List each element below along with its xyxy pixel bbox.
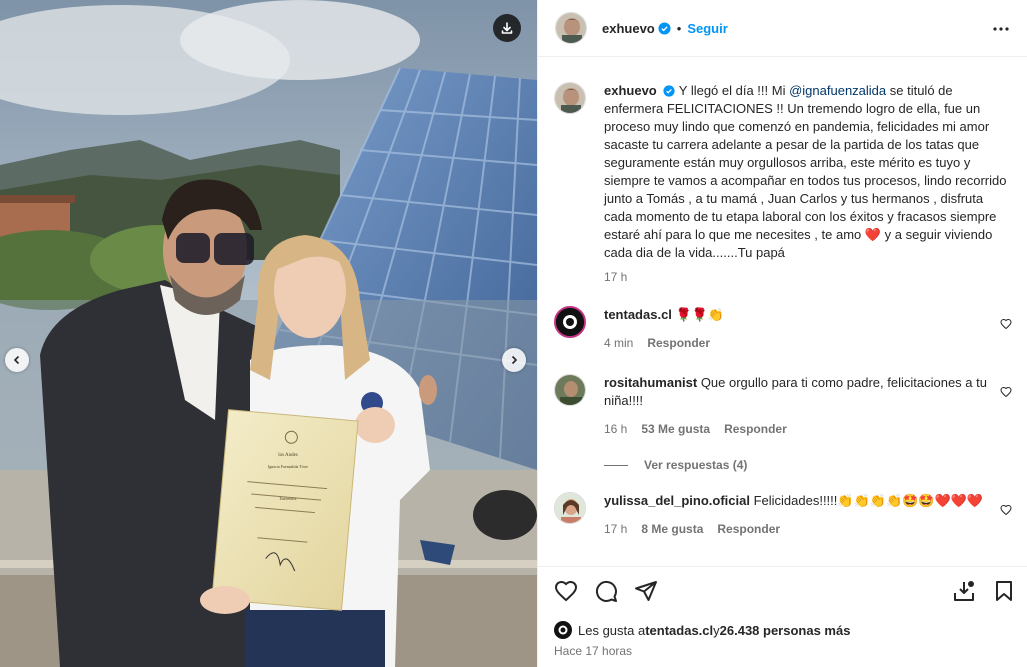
comments-section: exhuevo Y llegó el día !!! Mi @ignafuenz… <box>538 58 1027 566</box>
download-button[interactable] <box>493 14 521 42</box>
heart-icon[interactable] <box>554 579 578 603</box>
caption-time: 17 h <box>604 270 628 284</box>
save-icon[interactable] <box>952 579 976 603</box>
post-header: exhuevo • Seguir <box>538 0 1027 57</box>
verified-icon <box>658 21 671 35</box>
comment-time: 17 h <box>604 522 628 536</box>
like-comment-button[interactable] <box>1000 386 1012 398</box>
separator-dot: • <box>676 20 682 36</box>
commenter-avatar[interactable] <box>554 492 586 524</box>
comment-time: 16 h <box>604 422 628 436</box>
commenter-username[interactable]: tentadas.cl <box>604 307 672 322</box>
comment-text: Felicidades!!!!!👏👏👏👏🤩🤩❤️❤️❤️ <box>753 493 984 508</box>
post-time: Hace 17 horas <box>554 644 633 658</box>
diploma-name: Ignacia Fuenzalida Tórre <box>268 464 308 469</box>
photo-scene: los Andes Ignacia Fuenzalida Tórre Enfer… <box>0 0 537 667</box>
commenter-username[interactable]: rositahumanist <box>604 375 697 390</box>
follow-button[interactable]: Seguir <box>687 21 727 36</box>
caption-avatar[interactable] <box>554 82 586 114</box>
caption-username[interactable]: exhuevo <box>604 83 657 98</box>
comment-icon[interactable] <box>594 579 618 603</box>
caption-heart-emoji: ❤️ <box>864 227 882 242</box>
likes-prefix: Les gusta a <box>578 622 646 638</box>
post-details-panel: exhuevo • Seguir exhuevo Y llegó el día … <box>537 0 1027 667</box>
author-username[interactable]: exhuevo <box>602 21 655 36</box>
post-photo: los Andes Ignacia Fuenzalida Tórre Enfer… <box>0 0 537 667</box>
like-comment-button[interactable] <box>1000 318 1012 330</box>
likes-summary: Les gusta a tentadas.cl y 26.438 persona… <box>554 621 850 639</box>
post-actions: Les gusta a tentadas.cl y 26.438 persona… <box>538 566 1027 667</box>
like-comment-button[interactable] <box>1000 504 1012 516</box>
chevron-left-icon <box>13 355 20 365</box>
caption-text-start: Y llegó el día !!! Mi <box>678 83 790 98</box>
replies-divider <box>604 464 628 466</box>
diploma-university: los Andes <box>278 453 298 458</box>
caption-mention-link[interactable]: @ignafuenzalida <box>789 83 886 98</box>
likes-count[interactable]: 26.438 personas más <box>720 623 851 638</box>
comment-text: 🌹🌹👏 <box>675 307 725 322</box>
caption-text-body: se tituló de enfermera FELICITACIONES !!… <box>604 83 1007 242</box>
commenter-avatar[interactable] <box>554 306 586 338</box>
reply-button[interactable]: Responder <box>717 520 780 538</box>
comment-time: 4 min <box>604 336 634 350</box>
liker-avatar[interactable] <box>554 621 572 639</box>
previous-photo-button[interactable] <box>5 348 29 372</box>
commenter-avatar[interactable] <box>554 374 586 406</box>
comment-item: tentadas.cl 🌹🌹👏 4 min Responder <box>554 306 1012 352</box>
author-avatar[interactable] <box>555 12 587 44</box>
diploma-title: Enfermera <box>280 496 297 501</box>
verified-icon <box>663 85 675 97</box>
likes-user[interactable]: tentadas.cl <box>645 623 713 638</box>
view-replies-button[interactable]: Ver respuestas (4) <box>604 456 988 474</box>
next-photo-button[interactable] <box>502 348 526 372</box>
comment-item: rositahumanist Que orgullo para ti como … <box>554 374 1012 474</box>
chevron-right-icon <box>511 355 518 365</box>
share-icon[interactable] <box>634 579 658 603</box>
comment-item: yulissa_del_pino.oficial Felicidades!!!!… <box>554 492 1012 538</box>
caption: exhuevo Y llegó el día !!! Mi @ignafuenz… <box>554 82 1012 286</box>
more-icon <box>993 27 1009 31</box>
reply-button[interactable]: Responder <box>724 420 787 438</box>
reply-button[interactable]: Responder <box>647 334 710 352</box>
view-replies-label: Ver respuestas (4) <box>644 458 748 472</box>
commenter-username[interactable]: yulissa_del_pino.oficial <box>604 493 750 508</box>
download-icon <box>501 22 513 34</box>
bookmark-icon[interactable] <box>992 579 1016 603</box>
comment-likes[interactable]: 53 Me gusta <box>641 420 710 438</box>
more-options-button[interactable] <box>992 20 1010 41</box>
comment-likes[interactable]: 8 Me gusta <box>641 520 703 538</box>
